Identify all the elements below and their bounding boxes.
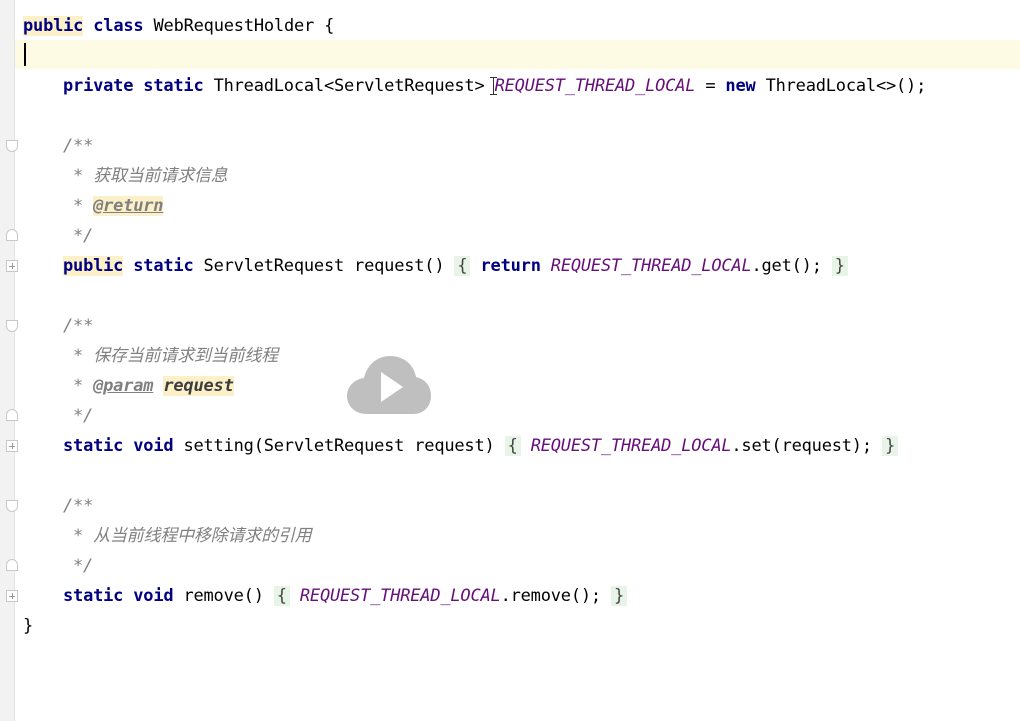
keyword-private: private: [63, 76, 134, 96]
method-call: .set(request);: [731, 436, 872, 456]
keyword-static: static: [63, 436, 124, 456]
code-line-method-remove[interactable]: static void remove() { REQUEST_THREAD_LO…: [63, 581, 628, 611]
editor-gutter: [0, 0, 15, 721]
folded-open-brace[interactable]: {: [454, 256, 471, 276]
doc-comment-text: * 获取当前请求信息: [73, 166, 228, 186]
folded-open-brace[interactable]: {: [504, 436, 521, 456]
doc-comment-open: /**: [63, 316, 94, 336]
code-line-method-setting[interactable]: static void setting(ServletRequest reque…: [63, 431, 898, 461]
keyword-void: void: [133, 436, 174, 456]
keyword-void: void: [133, 586, 174, 606]
play-icon[interactable]: [347, 356, 431, 416]
keyword-class: class: [93, 16, 144, 36]
folded-close-brace[interactable]: }: [881, 436, 898, 456]
expand-method-remove[interactable]: [6, 590, 18, 602]
fold-marker-doc3-end[interactable]: [6, 559, 18, 571]
doc-star: *: [73, 196, 84, 216]
doc-comment-close: */: [73, 556, 94, 576]
keyword-return: return: [480, 256, 541, 276]
text-cursor-ibeam: [490, 77, 497, 95]
code-line-field-decl[interactable]: private static ThreadLocal<ServletReques…: [63, 71, 926, 101]
brace-char: }: [834, 256, 845, 276]
brace-char: {: [276, 586, 287, 606]
current-line-highlight: [15, 40, 1020, 69]
field-initializer: ThreadLocal<>();: [765, 76, 927, 96]
doc-tag-return: @return: [93, 196, 164, 216]
doc-comment-tag-line: * @param request: [73, 371, 234, 401]
method-signature: remove(): [183, 586, 264, 606]
field-ref: REQUEST_THREAD_LOCAL: [550, 256, 752, 276]
doc-param-name: request: [163, 376, 234, 396]
method-signature: setting(ServletRequest request): [183, 436, 495, 456]
class-name: WebRequestHolder: [153, 16, 315, 36]
field-type: ThreadLocal<ServletRequest>: [213, 76, 485, 96]
brace-char: {: [507, 436, 518, 456]
fold-marker-doc3[interactable]: [6, 500, 18, 512]
doc-comment-close: */: [73, 406, 94, 426]
keyword-public: public: [23, 16, 84, 36]
text-caret: [24, 43, 26, 66]
folded-close-brace[interactable]: }: [610, 586, 628, 606]
code-line-class-close[interactable]: }: [23, 611, 33, 641]
field-ref: REQUEST_THREAD_LOCAL: [530, 436, 732, 456]
doc-star: *: [73, 376, 84, 396]
code-line-class-decl[interactable]: public class WebRequestHolder {: [23, 11, 334, 41]
doc-tag-param: @param: [93, 376, 154, 396]
keyword-new: new: [725, 76, 756, 96]
keyword-static: static: [133, 256, 194, 276]
fold-marker-doc1-end[interactable]: [6, 229, 18, 241]
doc-comment-close: */: [73, 226, 94, 246]
field-name: REQUEST_THREAD_LOCAL: [494, 76, 696, 96]
field-ref: REQUEST_THREAD_LOCAL: [299, 586, 501, 606]
brace-char: }: [884, 436, 895, 456]
brace-char: {: [457, 256, 468, 276]
doc-comment-tag-line: * @return: [73, 191, 164, 221]
folded-close-brace[interactable]: }: [831, 256, 848, 276]
brace-char: }: [613, 586, 625, 606]
code-line-method-request[interactable]: public static ServletRequest request() {…: [63, 251, 848, 281]
doc-comment-text: * 从当前线程中移除请求的引用: [73, 526, 312, 546]
folded-open-brace[interactable]: {: [273, 586, 290, 606]
expand-method-request[interactable]: [6, 260, 18, 272]
doc-comment-text: * 保存当前请求到当前线程: [73, 346, 278, 366]
keyword-static: static: [63, 586, 124, 606]
open-brace: {: [324, 16, 335, 36]
fold-marker-doc2-end[interactable]: [6, 409, 18, 421]
method-call: .get();: [751, 256, 822, 276]
expand-method-setting[interactable]: [6, 440, 18, 452]
doc-comment-open: /**: [63, 496, 94, 516]
method-call: .remove();: [500, 586, 602, 606]
fold-marker-doc2[interactable]: [6, 320, 18, 332]
doc-comment-open: /**: [63, 136, 94, 156]
fold-marker-doc1[interactable]: [6, 140, 18, 152]
keyword-public: public: [63, 256, 124, 276]
method-signature: ServletRequest request(): [203, 256, 445, 276]
assign-operator: =: [705, 76, 716, 96]
keyword-static: static: [143, 76, 204, 96]
